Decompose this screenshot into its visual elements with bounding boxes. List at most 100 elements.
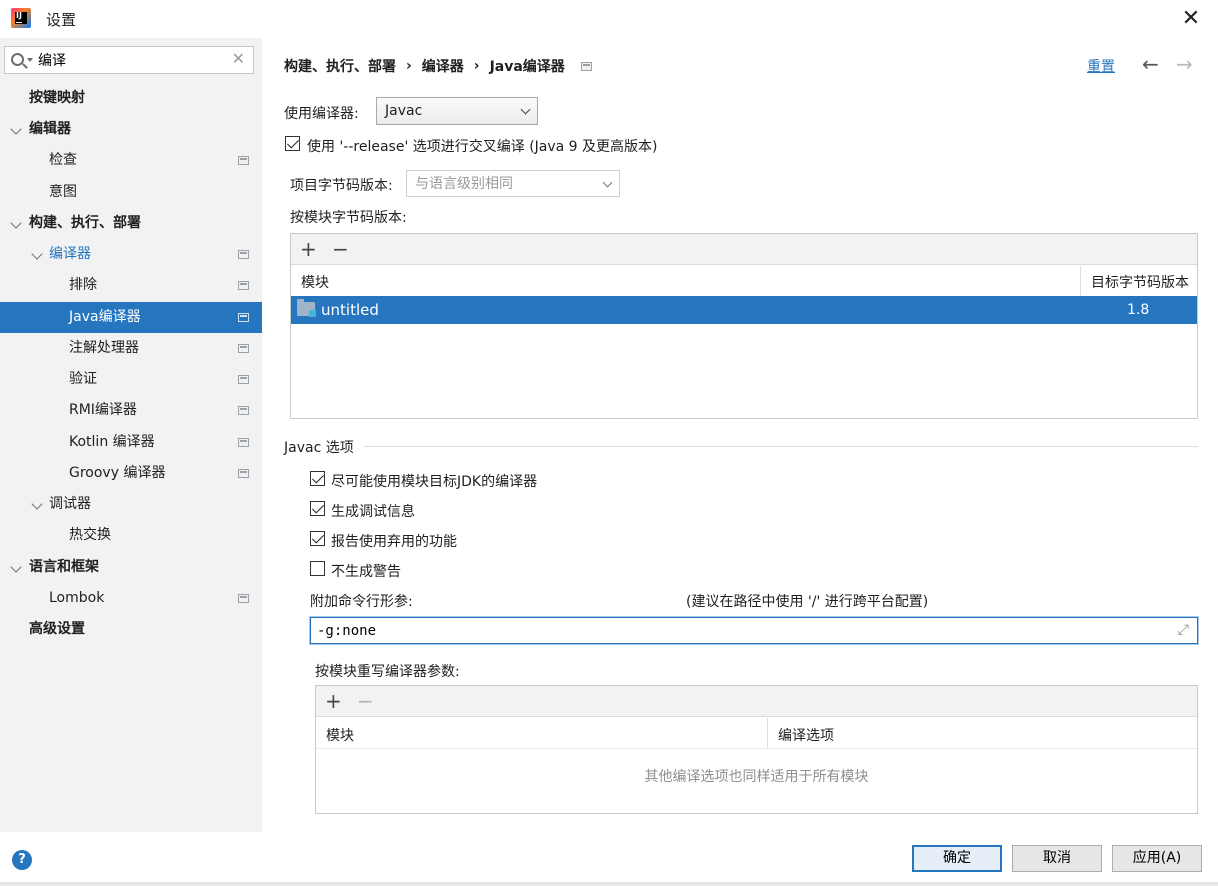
add-icon[interactable]: + bbox=[325, 689, 342, 713]
module-bytecode-table: + − 模块 目标字节码版本 untitled 1.8 bbox=[290, 233, 1198, 419]
section-divider bbox=[364, 446, 1198, 447]
breadcrumb-part-compiler[interactable]: 编译器 bbox=[422, 56, 464, 76]
sidebar-item-intentions[interactable]: 意图 bbox=[0, 177, 262, 208]
column-header-target-bytecode[interactable]: 目标字节码版本 bbox=[1091, 272, 1189, 292]
project-level-icon bbox=[238, 375, 249, 384]
override-params-table: + − 模块 编译选项 其他编译选项也同样适用于所有模块 bbox=[315, 685, 1198, 814]
close-icon[interactable]: ✕ bbox=[1180, 8, 1202, 30]
sidebar-item-java-compiler[interactable]: Java编译器 bbox=[0, 302, 262, 333]
sidebar-item-excludes[interactable]: 排除 bbox=[0, 270, 262, 301]
chevron-down-icon[interactable] bbox=[10, 123, 22, 135]
column-header-module[interactable]: 模块 bbox=[301, 272, 329, 292]
window-title: 设置 bbox=[46, 11, 77, 29]
breadcrumb-part-build[interactable]: 构建、执行、部署 bbox=[284, 56, 396, 76]
compiler-select-value: Javac bbox=[385, 103, 423, 119]
breadcrumb-separator: › bbox=[406, 58, 412, 74]
table-row[interactable]: untitled 1.8 bbox=[291, 296, 1197, 324]
sidebar-item-lombok[interactable]: Lombok bbox=[0, 583, 262, 614]
apply-button[interactable]: 应用(A) bbox=[1112, 845, 1202, 872]
project-bytecode-select[interactable]: 与语言级别相同 bbox=[406, 170, 620, 197]
remove-icon[interactable]: − bbox=[332, 237, 349, 261]
breadcrumb: 构建、执行、部署 › 编译器 › Java编译器 bbox=[284, 56, 592, 76]
generate-debug-info-label: 生成调试信息 bbox=[331, 504, 415, 520]
report-deprecated-checkbox[interactable] bbox=[310, 531, 325, 546]
project-level-icon bbox=[238, 594, 249, 603]
chevron-down-icon[interactable] bbox=[10, 217, 22, 229]
sidebar-item-debugger[interactable]: 调试器 bbox=[0, 489, 262, 520]
remove-icon: − bbox=[357, 689, 374, 713]
project-level-icon bbox=[238, 344, 249, 353]
sidebar-item-editor[interactable]: 编辑器 bbox=[0, 114, 262, 145]
sidebar-item-languages-frameworks[interactable]: 语言和框架 bbox=[0, 552, 262, 583]
breadcrumb-separator: › bbox=[473, 58, 480, 74]
project-bytecode-value: 与语言级别相同 bbox=[415, 176, 513, 192]
settings-sidebar: ✕ 按键映射 编辑器 检查 意图 构建、执行、部署 编译器 排除 Java编译器… bbox=[0, 38, 262, 832]
dialog-footer: 确定 取消 应用(A) bbox=[0, 832, 1218, 886]
compiler-label: 使用编译器: bbox=[284, 106, 359, 122]
report-deprecated-label: 报告使用弃用的功能 bbox=[331, 534, 457, 550]
ok-button[interactable]: 确定 bbox=[912, 845, 1002, 872]
javac-section-title: Javac 选项 bbox=[284, 440, 354, 456]
add-icon[interactable]: + bbox=[300, 237, 317, 261]
project-level-icon bbox=[238, 156, 249, 165]
module-name: untitled bbox=[321, 301, 379, 319]
additional-params-field[interactable]: ⤢ bbox=[310, 617, 1198, 644]
column-separator bbox=[1080, 266, 1081, 296]
override-params-label: 按模块重写编译器参数: bbox=[315, 664, 460, 680]
chevron-down-icon[interactable] bbox=[31, 498, 43, 510]
generate-debug-info-checkbox[interactable] bbox=[310, 501, 325, 516]
back-arrow-icon[interactable]: ← bbox=[1142, 52, 1159, 76]
clear-icon[interactable]: ✕ bbox=[232, 49, 245, 68]
chevron-down-icon bbox=[602, 177, 613, 188]
sidebar-item-annotation-processors[interactable]: 注解处理器 bbox=[0, 333, 262, 364]
settings-page-icon bbox=[580, 61, 592, 71]
sidebar-item-rmi-compiler[interactable]: RMI编译器 bbox=[0, 395, 262, 426]
sidebar-item-compiler[interactable]: 编译器 bbox=[0, 239, 262, 270]
reset-link[interactable]: 重置 bbox=[1087, 56, 1115, 76]
sidebar-item-build-execution-deployment[interactable]: 构建、执行、部署 bbox=[0, 208, 262, 239]
expand-icon[interactable]: ⤢ bbox=[1178, 622, 1189, 638]
help-icon[interactable]: ? bbox=[12, 850, 32, 870]
project-level-icon bbox=[238, 250, 249, 259]
chevron-down-icon[interactable] bbox=[10, 561, 22, 573]
title-bar: IJ 设置 ✕ bbox=[0, 0, 1218, 38]
sidebar-item-hotswap[interactable]: 热交换 bbox=[0, 520, 262, 551]
column-header-module[interactable]: 模块 bbox=[326, 725, 354, 745]
additional-params-label: 附加命令行形参: bbox=[310, 594, 413, 610]
chevron-down-icon[interactable] bbox=[31, 248, 43, 260]
search-box[interactable]: ✕ bbox=[4, 46, 254, 74]
column-header-compile-options[interactable]: 编译选项 bbox=[778, 725, 834, 745]
project-level-icon bbox=[238, 406, 249, 415]
compiler-select[interactable]: Javac bbox=[376, 97, 538, 125]
sidebar-item-keymap[interactable]: 按键映射 bbox=[0, 83, 262, 114]
sidebar-item-kotlin-compiler[interactable]: Kotlin 编译器 bbox=[0, 427, 262, 458]
table-toolbar: + − bbox=[291, 234, 1197, 265]
target-bytecode-value[interactable]: 1.8 bbox=[1127, 302, 1149, 318]
additional-params-input[interactable] bbox=[317, 621, 1157, 641]
cancel-button[interactable]: 取消 bbox=[1012, 845, 1102, 872]
project-level-icon bbox=[238, 313, 249, 322]
additional-params-hint: (建议在路径中使用 '/' 进行跨平台配置) bbox=[686, 594, 929, 610]
project-bytecode-label: 项目字节码版本: bbox=[290, 178, 393, 194]
release-option-label: 使用 '--release' 选项进行交叉编译 (Java 9 及更高版本) bbox=[307, 139, 658, 155]
bottom-edge bbox=[0, 882, 1218, 886]
sidebar-item-groovy-compiler[interactable]: Groovy 编译器 bbox=[0, 458, 262, 489]
sidebar-item-advanced-settings[interactable]: 高级设置 bbox=[0, 614, 262, 645]
sidebar-item-validation[interactable]: 验证 bbox=[0, 364, 262, 395]
column-separator bbox=[767, 718, 768, 748]
sidebar-item-inspections[interactable]: 检查 bbox=[0, 145, 262, 176]
no-warnings-checkbox[interactable] bbox=[310, 561, 325, 576]
search-icon[interactable] bbox=[11, 53, 24, 66]
app-logo-icon: IJ bbox=[11, 8, 31, 28]
no-warnings-label: 不生成警告 bbox=[331, 564, 401, 580]
table-toolbar: + − bbox=[316, 686, 1197, 717]
forward-arrow-icon[interactable]: → bbox=[1176, 52, 1193, 76]
search-input[interactable] bbox=[38, 50, 218, 70]
project-level-icon bbox=[238, 281, 249, 290]
empty-table-text: 其他编译选项也同样适用于所有模块 bbox=[644, 769, 869, 785]
release-option-checkbox[interactable] bbox=[285, 136, 300, 151]
per-module-bytecode-label: 按模块字节码版本: bbox=[290, 210, 407, 226]
search-options-chevron-icon[interactable] bbox=[27, 58, 33, 62]
folder-module-icon bbox=[297, 299, 316, 317]
use-module-jdk-checkbox[interactable] bbox=[310, 471, 325, 486]
